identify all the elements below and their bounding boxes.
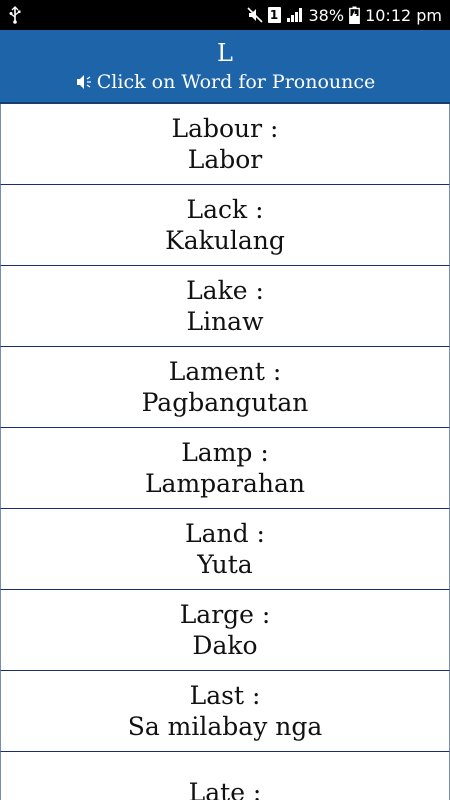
word-row[interactable]: Lack : Kakulang [0,185,450,266]
english-word: Lamp : [181,438,269,467]
english-word: Late : [188,777,262,800]
app-header: L Click on Word for Pronounce [0,30,450,104]
word-list: Labour : Labor Lack : Kakulang Lake : Li… [0,104,450,800]
word-row[interactable]: Lamp : Lamparahan [0,428,450,509]
translation-word: Dako [192,631,258,660]
translation-word: Sa milabay nga [127,712,323,741]
word-row[interactable]: Last : Sa milabay nga [0,671,450,752]
battery-charging-icon [349,6,360,24]
word-row[interactable]: Large : Dako [0,590,450,671]
signal-icon [286,7,304,23]
english-word: Labour : [171,114,279,143]
sim-indicator: 1 [267,7,281,23]
word-row[interactable]: Lament : Pagbangutan [0,347,450,428]
battery-percent: 38% [308,5,345,25]
translation-word: Kakulang [165,226,285,255]
letter-title: L [217,39,233,67]
english-word: Lake : [186,276,264,305]
word-row[interactable]: Labour : Labor [0,104,450,185]
pronounce-hint: Click on Word for Pronounce [75,71,376,93]
english-word: Land : [185,519,265,548]
mute-icon [246,7,263,23]
word-row[interactable]: Land : Yuta [0,509,450,590]
english-word: Last : [189,681,261,710]
word-row[interactable]: Late : [0,752,450,800]
usb-icon [8,6,22,24]
english-word: Large : [179,600,271,629]
english-word: Lament : [168,357,282,386]
status-time: 10:12 pm [365,5,442,25]
english-word: Lack : [186,195,264,224]
pronounce-hint-label: Click on Word for Pronounce [96,71,376,93]
translation-word: Yuta [197,550,253,579]
word-row[interactable]: Lake : Linaw [0,266,450,347]
status-bar: 1 38% 10:12 pm [0,0,450,30]
translation-word: Lamparahan [144,469,306,498]
speaker-icon [75,73,95,91]
translation-word: Labor [187,145,263,174]
translation-word: Linaw [186,307,264,336]
translation-word: Pagbangutan [141,388,309,417]
